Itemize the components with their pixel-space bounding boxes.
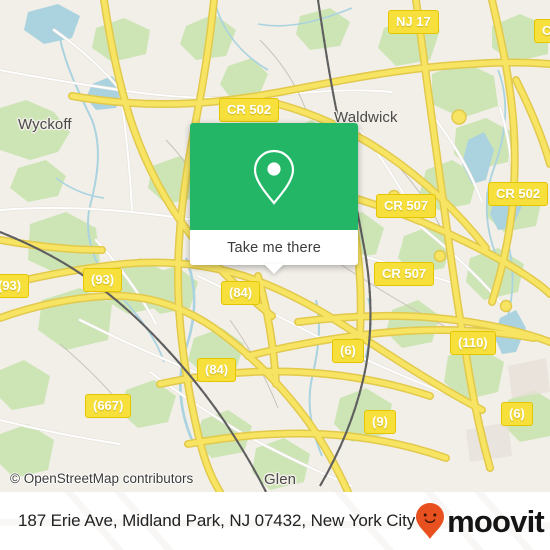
- map-screen: .grn { fill:#CDE5B5; } .grn2 { fill:#D7E…: [0, 0, 550, 550]
- moovit-wordmark: moovit: [447, 503, 545, 539]
- road-shield-9: (9): [364, 410, 396, 434]
- road-shield-cr-507-n: CR 507: [376, 194, 437, 218]
- road-shield-93-edge: (93): [0, 274, 30, 298]
- map-canvas[interactable]: .grn { fill:#CDE5B5; } .grn2 { fill:#D7E…: [0, 0, 550, 492]
- address-label: 187 Erie Ave, Midland Park, NJ 07432, Ne…: [18, 511, 416, 530]
- road-shield-6-e: (6): [501, 402, 533, 426]
- popup-card-header: [190, 123, 358, 230]
- road-shield-93: (93): [83, 268, 123, 292]
- road-shield-667: (667): [85, 394, 132, 418]
- road-shield-nj-17: NJ 17: [388, 10, 439, 34]
- popup-card-footer[interactable]: Take me there: [190, 230, 358, 274]
- take-me-there-label: Take me there: [227, 239, 321, 256]
- road-shield-6-w: (6): [332, 339, 364, 363]
- road-shield-cr-507-s: CR 507: [374, 262, 435, 286]
- road-shield-cr-edge: CR: [534, 19, 550, 43]
- road-shield-cr-502-e: CR 502: [488, 182, 549, 206]
- road-shield-84-s: (84): [197, 358, 237, 382]
- map-pin-icon: [253, 149, 295, 205]
- road-shield-110: (110): [450, 331, 496, 355]
- osm-attribution[interactable]: © OpenStreetMap contributors: [10, 471, 193, 486]
- destination-popup-card[interactable]: Take me there: [190, 123, 358, 274]
- moovit-pin-icon: [416, 503, 445, 539]
- popup-pointer-tail: [264, 264, 284, 274]
- road-shield-cr-502-nw: CR 502: [219, 98, 280, 122]
- moovit-logo[interactable]: moovit: [415, 502, 545, 540]
- bottom-address-bar: 187 Erie Ave, Midland Park, NJ 07432, Ne…: [0, 492, 550, 550]
- road-shield-84-n: (84): [221, 281, 261, 305]
